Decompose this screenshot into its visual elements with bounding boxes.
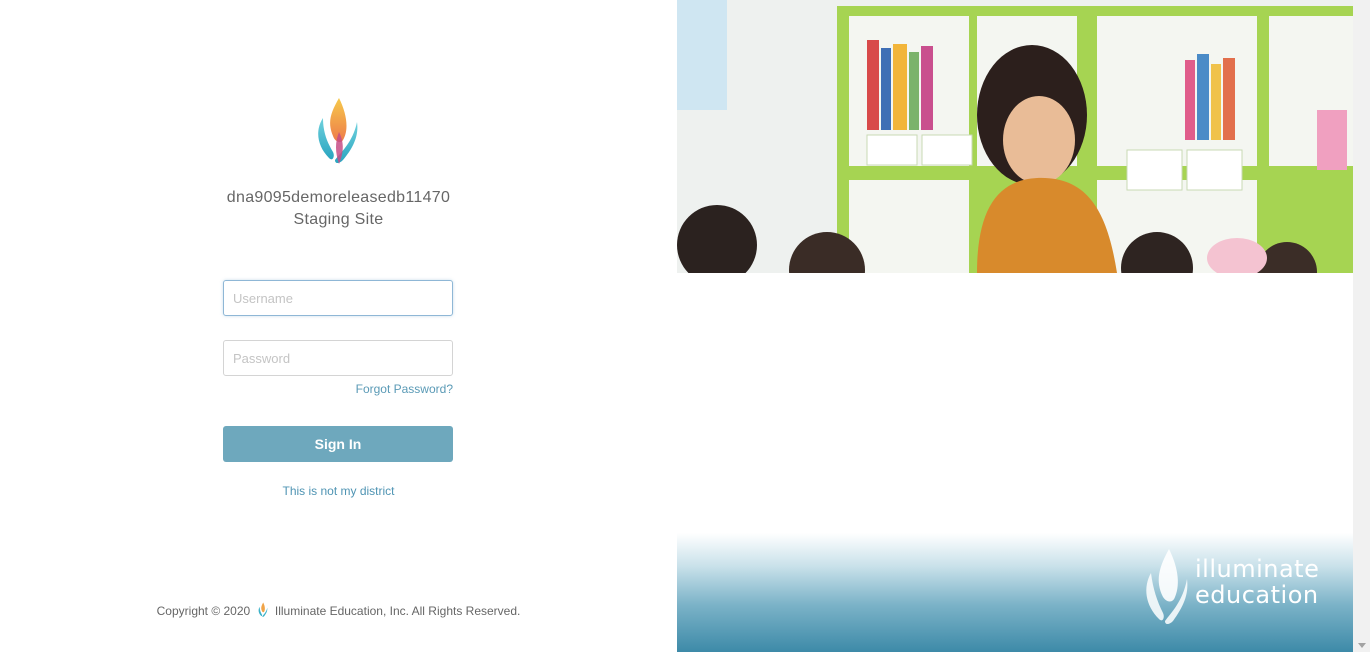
flame-logo-icon [318, 98, 358, 164]
not-my-district-link[interactable]: This is not my district [0, 484, 677, 498]
hero-panel: illuminate education [677, 0, 1353, 652]
copyright-prefix: Copyright © 2020 [156, 604, 251, 618]
brand-flame-icon [1146, 549, 1188, 624]
username-input[interactable] [223, 280, 453, 316]
classroom-photo [677, 0, 1353, 273]
brand-banner: illuminate education [677, 533, 1353, 652]
brand-wordmark-line2: education [1195, 581, 1319, 609]
small-flame-logo-icon [258, 602, 267, 617]
login-page: dna9095demoreleasedb11470 Staging Site F… [0, 0, 1370, 652]
page-scrollbar[interactable] [1353, 0, 1370, 652]
login-panel: dna9095demoreleasedb11470 Staging Site F… [0, 0, 677, 652]
forgot-password-link[interactable]: Forgot Password? [356, 382, 453, 396]
site-subtitle: Staging Site [293, 211, 384, 228]
brand-wordmark-line1: illuminate [1195, 555, 1320, 583]
password-input[interactable] [223, 340, 453, 376]
copyright-company: Illuminate Education, Inc. All Rights Re… [274, 604, 521, 618]
site-name: dna9095demoreleasedb11470 [226, 189, 451, 206]
illuminate-brand-logo: illuminate education [1143, 547, 1323, 627]
scroll-down-arrow-icon[interactable] [1358, 643, 1366, 648]
copyright-footer: Copyright © 2020 Illuminate Education, I… [0, 602, 677, 618]
sign-in-button[interactable]: Sign In [223, 426, 453, 462]
